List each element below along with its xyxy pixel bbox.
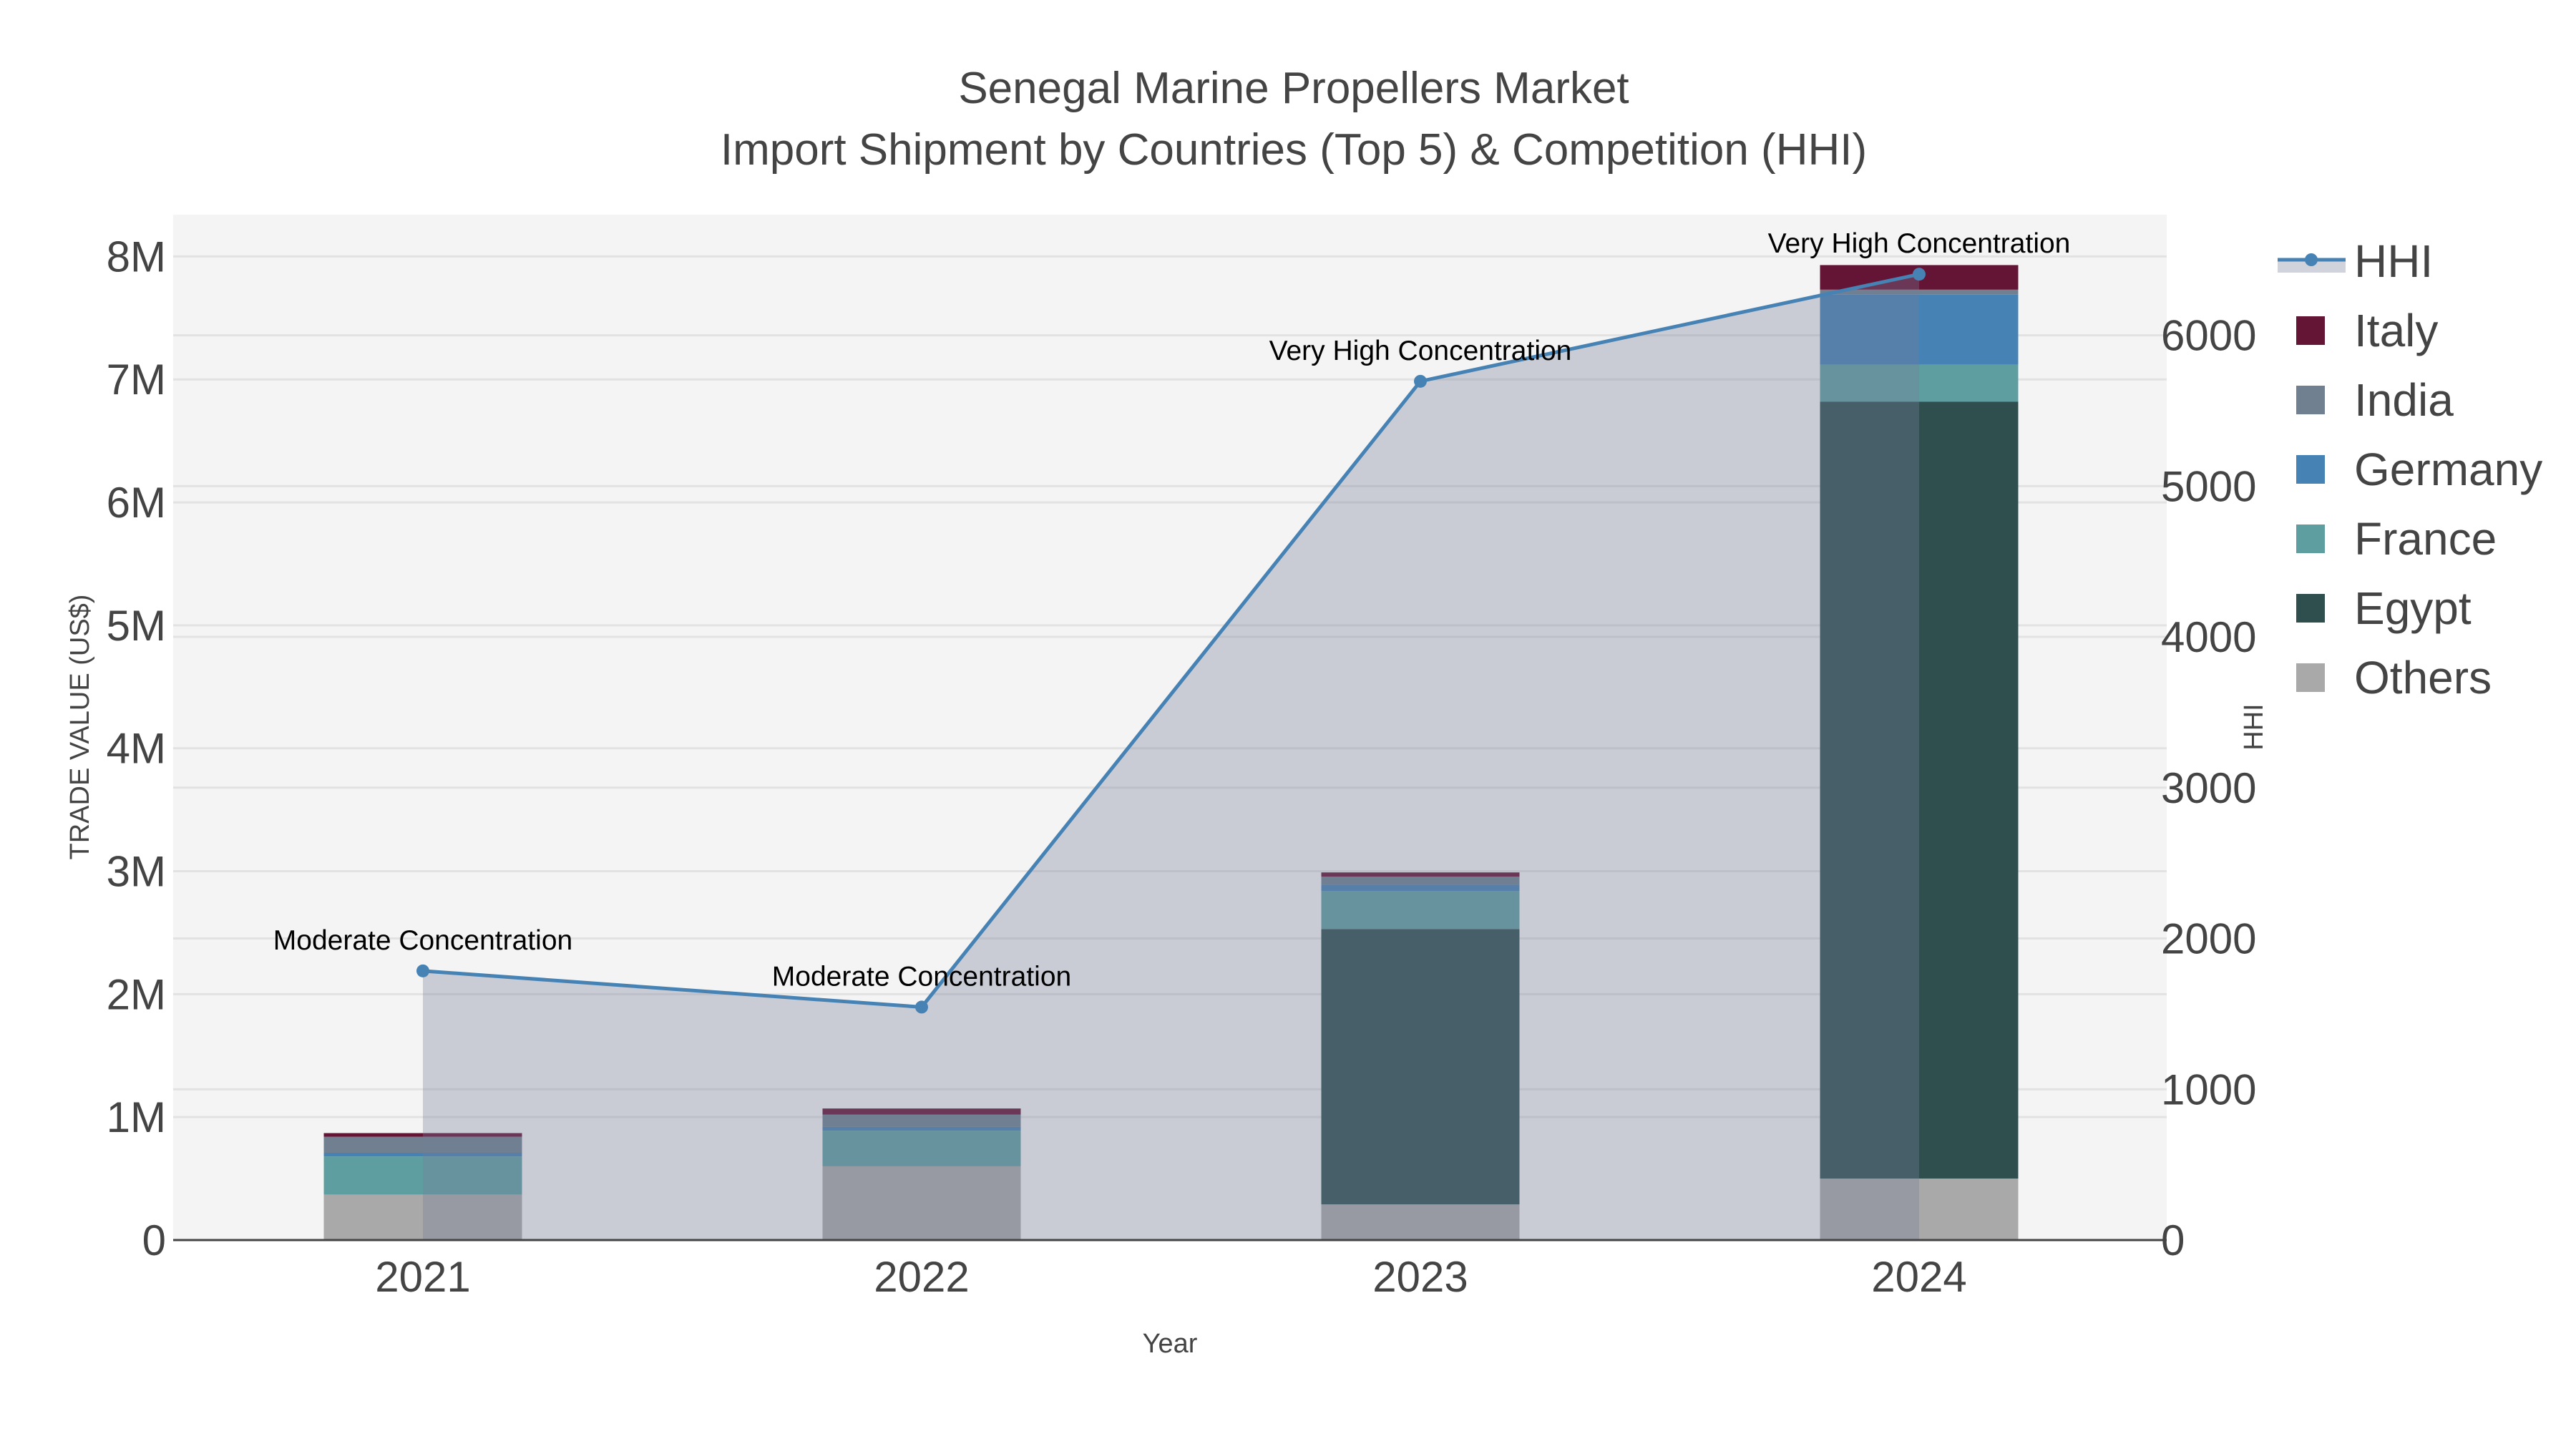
y-tick-label: 6M [107, 479, 166, 527]
y2-tick-label: 3000 [2161, 764, 2256, 812]
legend-label-hhi: HHI [2354, 235, 2433, 287]
legend-label-france: France [2354, 513, 2497, 565]
legend: HHI Italy India Germany France Egypt Others [2278, 235, 2542, 703]
hhi-annotation-2023: Very High Concentration [1269, 336, 1572, 366]
hhi-point-2023 [1414, 374, 1427, 388]
y-tick-label: 4M [107, 725, 166, 773]
y2-tick-label: 1000 [2161, 1065, 2256, 1113]
y2-tick-label: 5000 [2161, 462, 2256, 510]
y-tick-label: 8M [107, 233, 166, 280]
y-tick-label: 7M [107, 356, 166, 404]
y-tick-label: 3M [107, 848, 166, 896]
legend-label-egypt: Egypt [2354, 582, 2472, 634]
legend-swatch-france [2296, 525, 2325, 553]
legend-swatch-italy [2296, 316, 2325, 345]
legend-label-italy: Italy [2354, 305, 2438, 356]
x-tick-label: 2022 [874, 1253, 969, 1301]
y2-tick-label: 4000 [2161, 613, 2256, 661]
hhi-annotation-2022: Moderate Concentration [772, 961, 1071, 992]
x-tick-label: 2024 [1871, 1253, 1966, 1301]
hhi-annotation-2024: Very High Concentration [1768, 228, 2071, 259]
legend-swatch-others [2296, 663, 2325, 692]
y2-tick-label: 2000 [2161, 915, 2256, 963]
x-axis-title: Year [1143, 1329, 1198, 1359]
x-tick-label: 2021 [375, 1253, 470, 1301]
hhi-annotation-2021: Moderate Concentration [273, 925, 572, 956]
y2-tick-label: 0 [2161, 1216, 2185, 1264]
legend-swatch-egypt [2296, 594, 2325, 623]
y2-tick-label: 6000 [2161, 312, 2256, 360]
y-tick-label: 0 [142, 1216, 166, 1264]
legend-label-others: Others [2354, 652, 2492, 703]
y-tick-label: 5M [107, 602, 166, 650]
y-axis-title: TRADE VALUE (US$) [65, 595, 95, 860]
legend-swatch-india [2296, 386, 2325, 414]
hhi-point-2021 [416, 964, 429, 977]
hhi-point-2024 [1913, 268, 1926, 281]
y2-axis-title: HHI [2239, 703, 2269, 750]
x-tick-label: 2023 [1372, 1253, 1468, 1301]
chart: 0 1M 2M 3M 4M 5M 6M 7M 8M 0 1000 2000 3000 4000 5000 60… [65, 64, 2542, 1359]
chart-title: Senegal Marine Propellers Market [958, 64, 1629, 113]
legend-label-germany: Germany [2354, 444, 2542, 495]
chart-subtitle: Import Shipment by Countries (Top 5) & C… [721, 125, 1867, 175]
legend-swatch-hhi-marker [2305, 253, 2318, 266]
hhi-point-2022 [915, 1000, 928, 1014]
legend-swatch-germany [2296, 455, 2325, 484]
legend-label-india: India [2354, 374, 2454, 426]
y-tick-label: 1M [107, 1093, 166, 1141]
y-tick-label: 2M [107, 970, 166, 1018]
